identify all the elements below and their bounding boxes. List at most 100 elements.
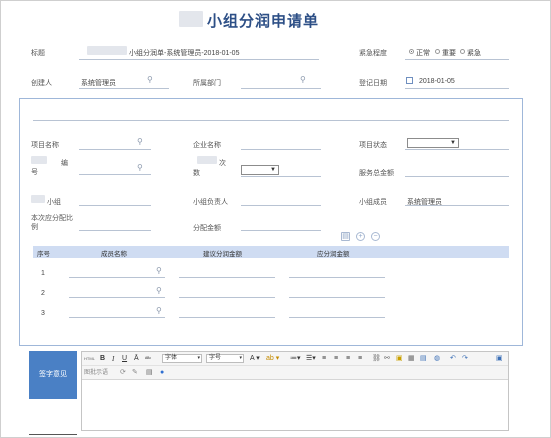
redo-icon[interactable]: ↷ <box>462 354 468 364</box>
urgency-radio-urgent[interactable] <box>460 49 465 54</box>
member-1-field[interactable] <box>69 277 165 278</box>
times-select[interactable]: ▼ <box>241 165 279 175</box>
unlink-icon[interactable]: ⚯ <box>384 354 390 364</box>
underline-button[interactable]: U <box>122 354 127 364</box>
urgency-radio-normal[interactable] <box>409 49 414 54</box>
suggested-1-field[interactable] <box>179 277 275 278</box>
align-right-icon[interactable]: ≡ <box>346 354 350 364</box>
date-underline <box>405 88 509 89</box>
times-label-b: 数 <box>193 170 200 177</box>
table-settings-icon[interactable]: ▤ <box>341 232 350 241</box>
table-row-1-no: 1 <box>41 270 45 277</box>
form-page: 小组分润申请单 标题 小组分润单-系统管理员-2018-01-05 紧急程度 正… <box>0 0 551 438</box>
signature-icon[interactable]: ✎ <box>132 368 138 378</box>
scan-icon[interactable]: ▤ <box>146 368 153 378</box>
distribute-amount-label: 分配金额 <box>193 225 221 232</box>
company-name-label: 企业名称 <box>193 142 221 149</box>
rich-text-editor[interactable]: HTML B I U Ā ᴬᴮᶜ 字体 ▾ 字号 ▾ A ▾ ab ▾ ≔▾ ☰▾ … <box>81 351 509 431</box>
creator-underline <box>79 88 169 89</box>
number-label-redacted <box>31 156 47 164</box>
suggested-2-field[interactable] <box>179 297 275 298</box>
bottom-rule <box>29 434 77 435</box>
col-header-member: 成员名称 <box>101 251 127 258</box>
group-leader-label: 小组负责人 <box>193 199 228 206</box>
member-3-field[interactable] <box>69 317 165 318</box>
fullscreen-icon[interactable]: ▣ <box>496 354 503 364</box>
title-underline <box>79 59 319 60</box>
urgency-radio-important[interactable] <box>435 49 440 54</box>
remove-row-icon[interactable]: − <box>371 232 380 241</box>
detail-panel <box>19 98 523 346</box>
link-icon[interactable]: ⛓ <box>372 354 381 364</box>
col-header-suggested: 建议分润金额 <box>203 251 242 258</box>
undo-icon[interactable]: ↶ <box>450 354 456 364</box>
align-justify-icon[interactable]: ≡ <box>358 354 362 364</box>
number-underline[interactable] <box>79 174 151 175</box>
table-row-2-no: 2 <box>41 290 45 297</box>
urgency-option-normal: 正常 <box>416 50 430 57</box>
urgency-option-urgent: 紧急 <box>467 50 481 57</box>
add-row-icon[interactable]: + <box>356 232 365 241</box>
service-total-underline[interactable] <box>405 176 509 177</box>
project-name-underline[interactable] <box>79 149 151 150</box>
font-family-select[interactable]: 字体 ▾ <box>162 354 202 363</box>
project-search-icon[interactable]: ⚲ <box>137 138 143 146</box>
urgency-label: 紧急程度 <box>359 50 387 57</box>
group-leader-underline[interactable] <box>241 205 321 206</box>
company-name-underline[interactable] <box>241 149 321 150</box>
comment-phrases-button[interactable]: 图批示语 <box>84 368 108 378</box>
emoticon-icon[interactable]: ◍ <box>434 354 440 364</box>
video-icon[interactable]: ▤ <box>420 354 427 364</box>
format-clear-icon[interactable]: ᴬᴮᶜ <box>145 354 151 364</box>
due-1-field[interactable] <box>289 277 385 278</box>
distribute-ratio-underline[interactable] <box>79 230 151 231</box>
bold-button[interactable]: B <box>100 354 105 364</box>
align-center-icon[interactable]: ≡ <box>334 354 338 364</box>
html-source-button[interactable]: HTML <box>84 354 95 364</box>
align-left-icon[interactable]: ≡ <box>322 354 326 364</box>
strike-button[interactable]: Ā <box>134 354 139 364</box>
italic-button[interactable]: I <box>112 354 114 364</box>
number-search-icon[interactable]: ⚲ <box>137 164 143 172</box>
table-row-3-no: 3 <box>41 310 45 317</box>
times-label-redacted <box>197 156 217 164</box>
image-icon[interactable]: ▣ <box>396 354 403 364</box>
project-status-select[interactable]: ▼ <box>407 138 459 148</box>
highlight-icon[interactable]: ab ▾ <box>266 354 279 364</box>
ordered-list-icon[interactable]: ≔▾ <box>290 354 301 364</box>
dept-label: 所属部门 <box>193 80 221 87</box>
times-label-a: 次 <box>219 160 226 167</box>
stamp-icon[interactable]: ⟳ <box>120 368 126 378</box>
date-field[interactable]: 2018-01-05 <box>419 78 455 85</box>
distribute-ratio-label-b: 例 <box>31 224 38 231</box>
title-field[interactable]: 小组分润单-系统管理员-2018-01-05 <box>129 48 239 58</box>
creator-search-icon[interactable]: ⚲ <box>147 76 153 84</box>
due-2-field[interactable] <box>289 297 385 298</box>
due-3-field[interactable] <box>289 317 385 318</box>
font-color-icon[interactable]: A ▾ <box>250 354 260 364</box>
project-status-underline <box>405 149 509 150</box>
location-icon[interactable]: ● <box>160 368 164 378</box>
editor-toolbar-row-2: 图批示语 ⟳ ✎ ▤ ● <box>82 366 508 380</box>
number-label-b: 号 <box>31 169 38 176</box>
member-3-search-icon[interactable]: ⚲ <box>156 307 162 315</box>
suggested-3-field[interactable] <box>179 317 275 318</box>
unordered-list-icon[interactable]: ☰▾ <box>306 354 316 364</box>
distribute-amount-underline[interactable] <box>241 230 321 231</box>
member-2-field[interactable] <box>69 297 165 298</box>
dept-search-icon[interactable]: ⚲ <box>300 76 306 84</box>
font-size-select[interactable]: 字号 ▾ <box>206 354 244 363</box>
group-members-underline <box>405 205 509 206</box>
title-redacted-block <box>179 11 203 27</box>
group-underline[interactable] <box>79 205 151 206</box>
col-header-no: 序号 <box>37 251 50 258</box>
member-2-search-icon[interactable]: ⚲ <box>156 287 162 295</box>
project-status-label: 项目状态 <box>359 142 387 149</box>
signature-section: 签字意见 HTML B I U Ā ᴬᴮᶜ 字体 ▾ 字号 ▾ A ▾ ab ▾ ≔… <box>29 351 513 435</box>
member-1-search-icon[interactable]: ⚲ <box>156 267 162 275</box>
creator-field[interactable]: 系统管理员 <box>81 78 116 88</box>
calendar-icon[interactable] <box>406 77 413 84</box>
urgency-option-important: 重要 <box>442 50 456 57</box>
creator-label: 创建人 <box>31 80 52 87</box>
table-icon[interactable]: ▦ <box>408 354 415 364</box>
